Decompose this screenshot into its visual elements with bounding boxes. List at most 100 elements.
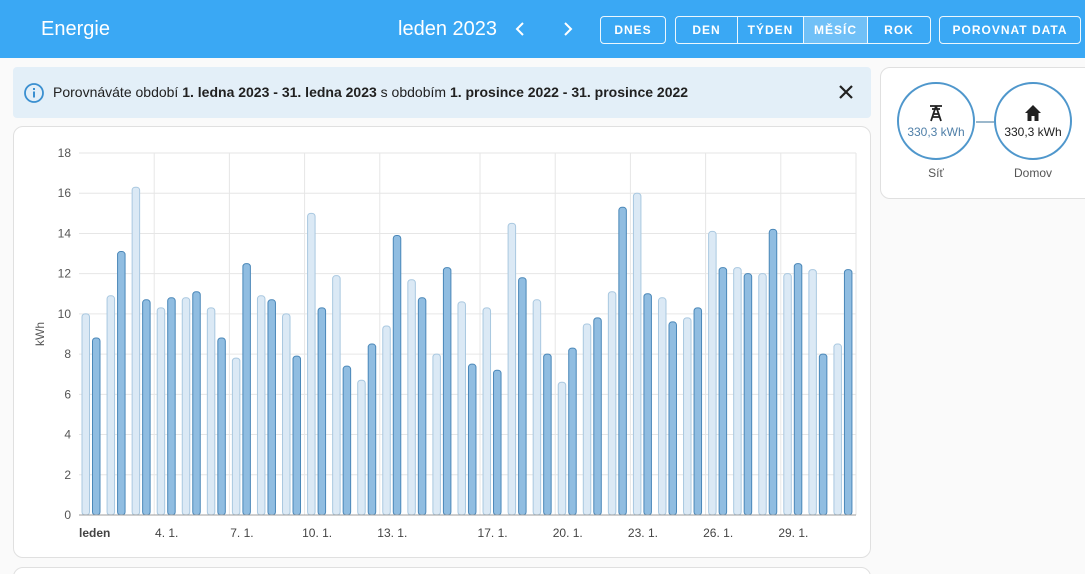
bar-previous <box>181 297 191 516</box>
bar-previous <box>407 279 416 516</box>
bar-previous <box>632 192 642 516</box>
bar-current <box>292 355 302 516</box>
bar-previous <box>507 222 517 516</box>
bar-previous <box>783 273 792 516</box>
close-icon <box>839 85 853 99</box>
chevron-left-icon <box>515 22 524 36</box>
bar-previous <box>657 297 667 516</box>
today-button[interactable]: DNES <box>600 16 666 44</box>
x-tick-label: 20. 1. <box>553 526 583 540</box>
mode-year-button[interactable]: ROK <box>868 17 930 43</box>
x-tick-label: 26. 1. <box>703 526 733 540</box>
bar-previous <box>382 325 391 516</box>
period-mode-selector: DEN TÝDEN MĚSÍC ROK <box>675 16 931 44</box>
bar-previous <box>131 186 141 516</box>
bar-previous <box>482 307 492 516</box>
close-banner-button[interactable] <box>835 81 857 103</box>
bar-previous <box>156 307 166 516</box>
bar-current <box>167 297 176 516</box>
comparison-text: Porovnáváte období 1. ledna 2023 - 31. l… <box>53 84 688 100</box>
bar-current <box>743 273 753 516</box>
home-node[interactable]: 330,3 kWh <box>994 82 1072 160</box>
bar-previous <box>357 379 366 516</box>
x-tick-label: 29. 1. <box>778 526 808 540</box>
bar-current <box>117 251 126 516</box>
y-tick-label: 6 <box>64 387 71 401</box>
mode-month-button[interactable]: MĚSÍC <box>804 17 868 43</box>
grid-home-flow-line <box>976 121 994 123</box>
bar-current <box>818 353 828 516</box>
bar-current <box>467 363 477 516</box>
bar-current <box>92 337 101 516</box>
x-tick-label: 13. 1. <box>377 526 407 540</box>
bar-current <box>843 269 853 516</box>
comparison-banner: Porovnáváte období 1. ledna 2023 - 31. l… <box>13 67 871 118</box>
grid-label: Síť <box>928 166 944 180</box>
y-axis-label: kWh <box>33 322 47 346</box>
bar-previous <box>808 269 817 516</box>
y-tick-label: 14 <box>58 226 72 240</box>
bar-previous <box>708 230 717 516</box>
y-tick-label: 10 <box>58 307 72 321</box>
grid-value: 330,3 kWh <box>907 125 965 139</box>
bar-current <box>493 369 502 516</box>
secondary-chart-card <box>13 567 871 574</box>
x-tick-label: 23. 1. <box>628 526 658 540</box>
bar-current <box>417 297 427 516</box>
y-tick-label: 4 <box>64 428 71 442</box>
bar-current <box>618 206 627 516</box>
bar-current <box>518 277 527 516</box>
bar-previous <box>457 301 466 516</box>
home-icon <box>1025 105 1041 121</box>
bar-previous <box>282 313 291 516</box>
bar-previous <box>532 299 542 516</box>
x-tick-label: leden <box>79 526 110 540</box>
bar-current <box>543 353 552 516</box>
mode-day-button[interactable]: DEN <box>676 17 738 43</box>
previous-period-button[interactable] <box>508 14 532 44</box>
bar-current <box>217 337 226 516</box>
bar-current <box>793 263 803 516</box>
y-tick-label: 16 <box>58 186 72 200</box>
bar-current <box>693 307 703 516</box>
grid-node[interactable]: 330,3 kWh <box>897 82 975 160</box>
bar-current <box>593 317 602 516</box>
bar-previous <box>733 267 742 516</box>
banner-middle: s obdobím <box>376 84 450 100</box>
y-tick-label: 12 <box>58 267 72 281</box>
bar-current <box>317 307 327 516</box>
bar-current <box>643 293 652 516</box>
bar-current <box>367 343 377 516</box>
bar-previous <box>582 323 592 516</box>
bar-current <box>142 299 151 516</box>
y-tick-label: 2 <box>64 468 71 482</box>
home-label: Domov <box>1013 166 1052 180</box>
compare-data-button[interactable]: POROVNAT DATA <box>939 16 1081 44</box>
bar-current <box>192 291 201 516</box>
bar-current <box>768 228 778 516</box>
bar-previous <box>256 295 266 516</box>
banner-prefix: Porovnáváte období <box>53 84 183 100</box>
bar-previous <box>683 317 692 516</box>
bar-previous <box>106 295 116 516</box>
y-tick-label: 8 <box>64 347 71 361</box>
bar-previous <box>557 381 567 516</box>
next-period-button[interactable] <box>556 14 580 44</box>
chevron-right-icon <box>564 22 573 36</box>
bar-current <box>242 263 251 516</box>
bar-previous <box>432 353 441 516</box>
app-title: Energie <box>41 18 110 40</box>
bar-current <box>267 299 276 516</box>
bar-current <box>718 267 728 516</box>
x-tick-label: 4. 1. <box>155 526 178 540</box>
bar-current <box>392 234 402 516</box>
info-icon <box>24 83 44 103</box>
energy-usage-chart-card: 0 2 4 6 8 10 12 14 16 18 leden 4. 1. 7. 1. 10. 1. 13. … <box>13 126 871 558</box>
top-app-bar: Energie leden 2023 DNES DEN TÝDEN MĚSÍC … <box>0 0 1085 58</box>
bar-previous <box>607 291 617 516</box>
bar-previous <box>758 273 767 516</box>
banner-current-range: 1. ledna 2023 - 31. ledna 2023 <box>182 84 377 100</box>
energy-usage-chart: 0 2 4 6 8 10 12 14 16 18 leden 4. 1. 7. 1. 10. 1. 13. … <box>33 146 857 540</box>
bar-previous <box>332 275 341 516</box>
mode-week-button[interactable]: TÝDEN <box>738 17 804 43</box>
